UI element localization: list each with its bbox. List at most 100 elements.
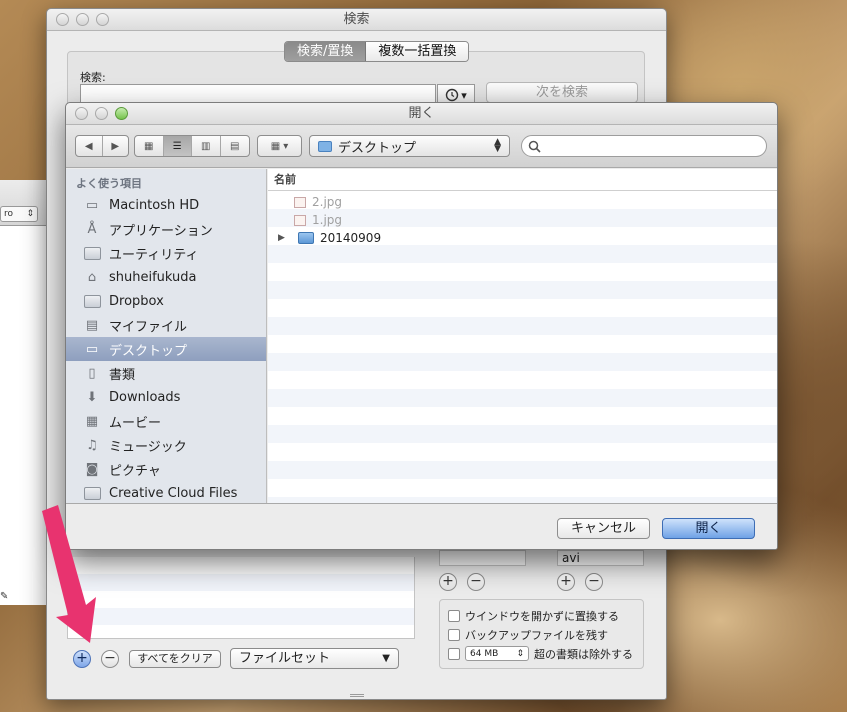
option-size-exclude[interactable]: 64 MB ⇕ 超の書類は除外する (448, 644, 635, 663)
list-view-button[interactable]: ☰ (163, 136, 192, 156)
search-icon (528, 140, 541, 153)
window-controls (75, 107, 128, 120)
file-row[interactable]: 1.jpg (268, 211, 777, 229)
arrange-button[interactable]: ▦ ▾ (257, 135, 302, 157)
sidebar-item-home[interactable]: ⌂ shuheifukuda (66, 265, 266, 289)
disclosure-triangle-icon[interactable]: ▶ (278, 233, 288, 243)
pictures-icon: ◙ (85, 461, 99, 477)
remove-include-button[interactable]: − (467, 573, 485, 591)
options-box: ウインドウを開かずに置換する バックアップファイルを残す 64 MB ⇕ 超の書… (439, 599, 644, 669)
clock-icon (446, 88, 459, 102)
clear-all-button[interactable]: すべてをクリア (129, 650, 221, 668)
sidebar-item-desktop[interactable]: ▭ デスクトップ (66, 337, 266, 361)
movies-icon: ▦ (85, 413, 99, 429)
tab-search-replace[interactable]: 検索/置換 (285, 42, 367, 61)
remove-fileset-button[interactable]: − (101, 650, 119, 668)
forward-button[interactable]: ▶ (103, 136, 129, 156)
coverflow-view-button[interactable]: ▤ (221, 136, 249, 156)
sidebar-item-movies[interactable]: ▦ ムービー (66, 409, 266, 433)
sidebar-item-label: Downloads (109, 389, 181, 405)
sidebar-item-label: ユーティリティ (109, 247, 199, 263)
add-include-button[interactable]: + (439, 573, 457, 591)
sidebar-item-label: Dropbox (109, 293, 164, 309)
sidebar-item-downloads[interactable]: ⬇ Downloads (66, 385, 266, 409)
documents-icon: ▯ (88, 365, 96, 381)
annotation-arrow-icon (42, 505, 96, 643)
sidebar-item-macintosh-hd[interactable]: ▭ Macintosh HD (66, 193, 266, 217)
folder-icon (83, 293, 101, 309)
close-button[interactable] (75, 107, 88, 120)
chevron-updown-icon: ⇕ (26, 209, 34, 219)
size-stepper[interactable]: 64 MB ⇕ (465, 646, 529, 661)
search-field[interactable] (521, 135, 767, 157)
back-button[interactable]: ◀ (76, 136, 103, 156)
view-mode-buttons: ▦ ☰ ▥ ▤ (134, 135, 250, 157)
sidebar-item-label: デスクトップ (109, 343, 188, 359)
sidebar: よく使う項目 ▭ Macintosh HD Å アプリケーション ユーティリティ… (66, 169, 267, 503)
cancel-button[interactable]: キャンセル (557, 518, 650, 539)
sidebar-item-label: ピクチャ (109, 463, 161, 479)
close-button[interactable] (56, 13, 69, 26)
zoom-button[interactable] (96, 13, 109, 26)
sidebar-item-music[interactable]: ♫ ミュージック (66, 433, 266, 457)
checkbox[interactable] (448, 647, 460, 660)
sidebar-item-label: ミュージック (109, 439, 187, 455)
sidebar-item-documents[interactable]: ▯ 書類 (66, 361, 266, 385)
tab-multi-replace[interactable]: 複数一括置換 (366, 42, 469, 61)
sidebar-item-label: アプリケーション (109, 223, 213, 239)
image-file-icon (294, 196, 306, 208)
sidebar-item-all-my-files[interactable]: ▤ マイファイル (66, 313, 266, 337)
hard-disk-icon: ▭ (85, 197, 99, 213)
extension-list-left[interactable] (439, 550, 526, 566)
file-row[interactable]: 2.jpg (268, 193, 777, 211)
sidebar-item-label: 書類 (109, 367, 136, 383)
desktop-icon: ▭ (85, 341, 99, 357)
all-my-files-icon: ▤ (85, 317, 99, 333)
sidebar-item-label: ムービー (109, 415, 162, 431)
dialog-footer: キャンセル 開く (66, 503, 777, 549)
folder-row[interactable]: ▶ 20140909 (268, 229, 777, 247)
find-next-button[interactable]: 次を検索 (486, 82, 638, 103)
sidebar-item-label: shuheifukuda (109, 269, 197, 285)
sidebar-item-utilities[interactable]: ユーティリティ (66, 241, 266, 265)
sidebar-item-creative-cloud[interactable]: Creative Cloud Files (66, 481, 266, 505)
option-label: バックアップファイルを残す (465, 628, 608, 642)
fileset-list[interactable] (67, 557, 415, 639)
sidebar-item-applications[interactable]: Å アプリケーション (66, 217, 266, 241)
minimize-button[interactable] (76, 13, 89, 26)
open-dialog-titlebar: 開く (66, 103, 777, 125)
resize-grip[interactable] (350, 694, 364, 697)
fileset-popup[interactable]: ファイルセット ▼ (230, 648, 399, 669)
column-view-button[interactable]: ▥ (192, 136, 221, 156)
option-no-open-window[interactable]: ウインドウを開かずに置換する (448, 606, 635, 625)
sidebar-item-label: マイファイル (109, 319, 188, 335)
image-file-icon (294, 214, 306, 226)
chevron-down-icon: ▾ (461, 88, 467, 102)
add-fileset-button[interactable]: + (73, 650, 91, 668)
location-popup[interactable]: デスクトップ ▲ ▼ (309, 135, 510, 157)
option-keep-backup[interactable]: バックアップファイルを残す (448, 625, 635, 644)
sidebar-item-pictures[interactable]: ◙ ピクチャ (66, 457, 266, 481)
column-header-name[interactable]: 名前 (268, 169, 777, 191)
folder-icon (83, 485, 101, 501)
remove-exclude-button[interactable]: − (585, 573, 603, 591)
add-exclude-button[interactable]: + (557, 573, 575, 591)
home-icon: ⌂ (87, 269, 97, 285)
extension-list-right[interactable]: avi (557, 550, 644, 566)
sidebar-item-dropbox[interactable]: Dropbox (66, 289, 266, 313)
zoom-button[interactable] (115, 107, 128, 120)
file-rows: 2.jpg 1.jpg ▶ 20140909 (268, 191, 777, 503)
option-label: 超の書類は除外する (534, 647, 633, 661)
chevron-down-icon: ▼ (382, 653, 390, 664)
strip-select[interactable]: ro ⇕ (0, 206, 38, 222)
icon-view-button[interactable]: ▦ (135, 136, 164, 156)
checkbox[interactable] (448, 609, 460, 622)
open-dialog: 開く ◀ ▶ ▦ ☰ ▥ ▤ ▦ ▾ デスクトップ ▲ ▼ よく使う項目 ▭ M… (65, 102, 778, 550)
open-button[interactable]: 開く (662, 518, 755, 539)
back-arrow-icon: ◀ (84, 140, 93, 152)
minimize-button[interactable] (95, 107, 108, 120)
sidebar-item-label: Creative Cloud Files (109, 485, 238, 501)
checkbox[interactable] (448, 628, 460, 641)
applications-icon: Å (87, 221, 97, 237)
list-icon: ☰ (172, 140, 182, 152)
